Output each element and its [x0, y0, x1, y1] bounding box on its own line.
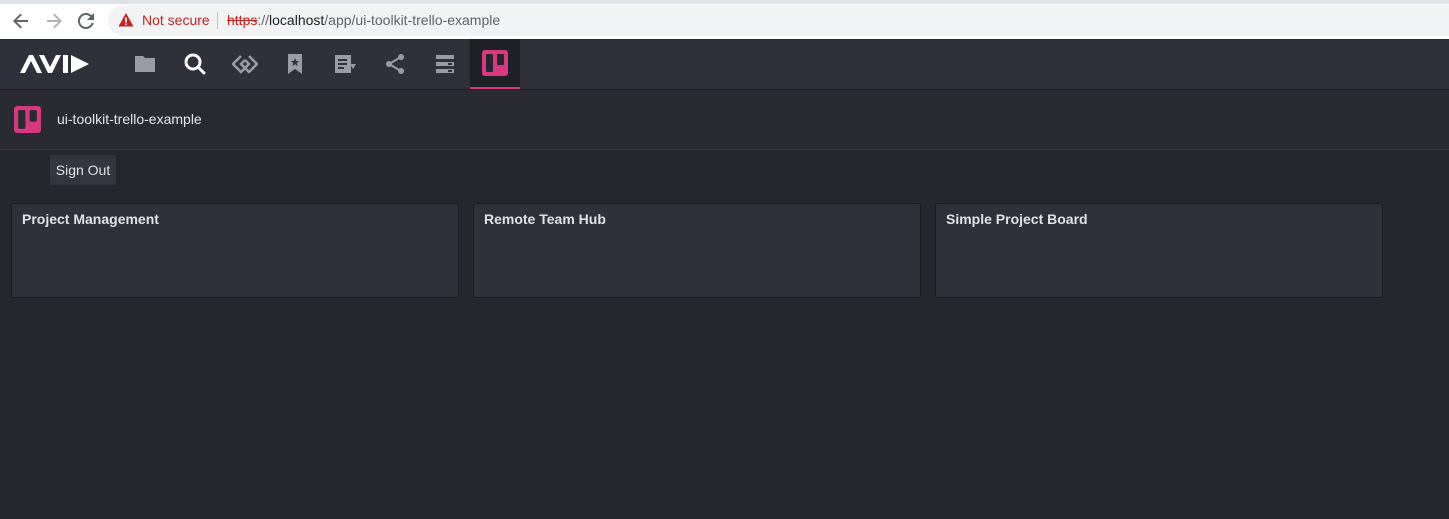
forward-button[interactable]: [42, 9, 66, 33]
forward-arrow-icon: [47, 13, 62, 29]
folder-tool-button[interactable]: [120, 39, 170, 89]
bookmark-icon: [288, 54, 302, 74]
share-tool-button[interactable]: [370, 39, 420, 89]
back-button[interactable]: [9, 9, 33, 33]
app-header: ui-toolkit-trello-example: [0, 90, 1449, 150]
sign-out-button[interactable]: Sign Out: [50, 155, 116, 185]
browser-toolbar: Not secure https://localhost/app/ui-tool…: [0, 0, 1449, 39]
storage-icon: [436, 55, 454, 73]
board-card[interactable]: Remote Team Hub: [473, 203, 921, 298]
warning-icon: [118, 13, 134, 27]
reload-icon: [78, 13, 94, 29]
security-status[interactable]: Not secure: [142, 12, 210, 29]
board-title: Project Management: [22, 211, 159, 227]
search-icon: [184, 53, 206, 75]
reload-button[interactable]: [74, 9, 98, 33]
url-text[interactable]: https://localhost/app/ui-toolkit-trello-…: [227, 12, 500, 29]
board-title: Simple Project Board: [946, 211, 1088, 227]
trello-icon: [14, 106, 41, 133]
search-tool-button[interactable]: [170, 39, 220, 89]
storage-tool-button[interactable]: [420, 39, 470, 89]
app-toolbar: [0, 39, 1449, 90]
address-divider: [217, 12, 218, 29]
board-title: Remote Team Hub: [484, 211, 606, 227]
trello-icon: [482, 50, 508, 76]
bookmark-tool-button[interactable]: [270, 39, 320, 89]
playlist-icon: [335, 55, 356, 73]
url-path: /app/ui-toolkit-trello-example: [324, 12, 501, 28]
board-card[interactable]: Simple Project Board: [935, 203, 1383, 298]
playlist-tool-button[interactable]: [320, 39, 370, 89]
app-title: ui-toolkit-trello-example: [57, 111, 202, 127]
url-host: localhost: [269, 12, 325, 28]
trello-tool-button[interactable]: [470, 39, 520, 89]
url-scheme: https: [227, 12, 258, 28]
link-icon: [232, 55, 258, 74]
board-card[interactable]: Project Management: [11, 203, 459, 298]
share-icon: [386, 54, 404, 74]
avid-logo[interactable]: [20, 55, 90, 73]
folder-icon: [135, 56, 155, 72]
address-bar[interactable]: Not secure https://localhost/app/ui-tool…: [108, 5, 1449, 36]
back-arrow-icon: [13, 13, 28, 29]
url-separator: ://: [257, 12, 270, 28]
link-tool-button[interactable]: [220, 39, 270, 89]
